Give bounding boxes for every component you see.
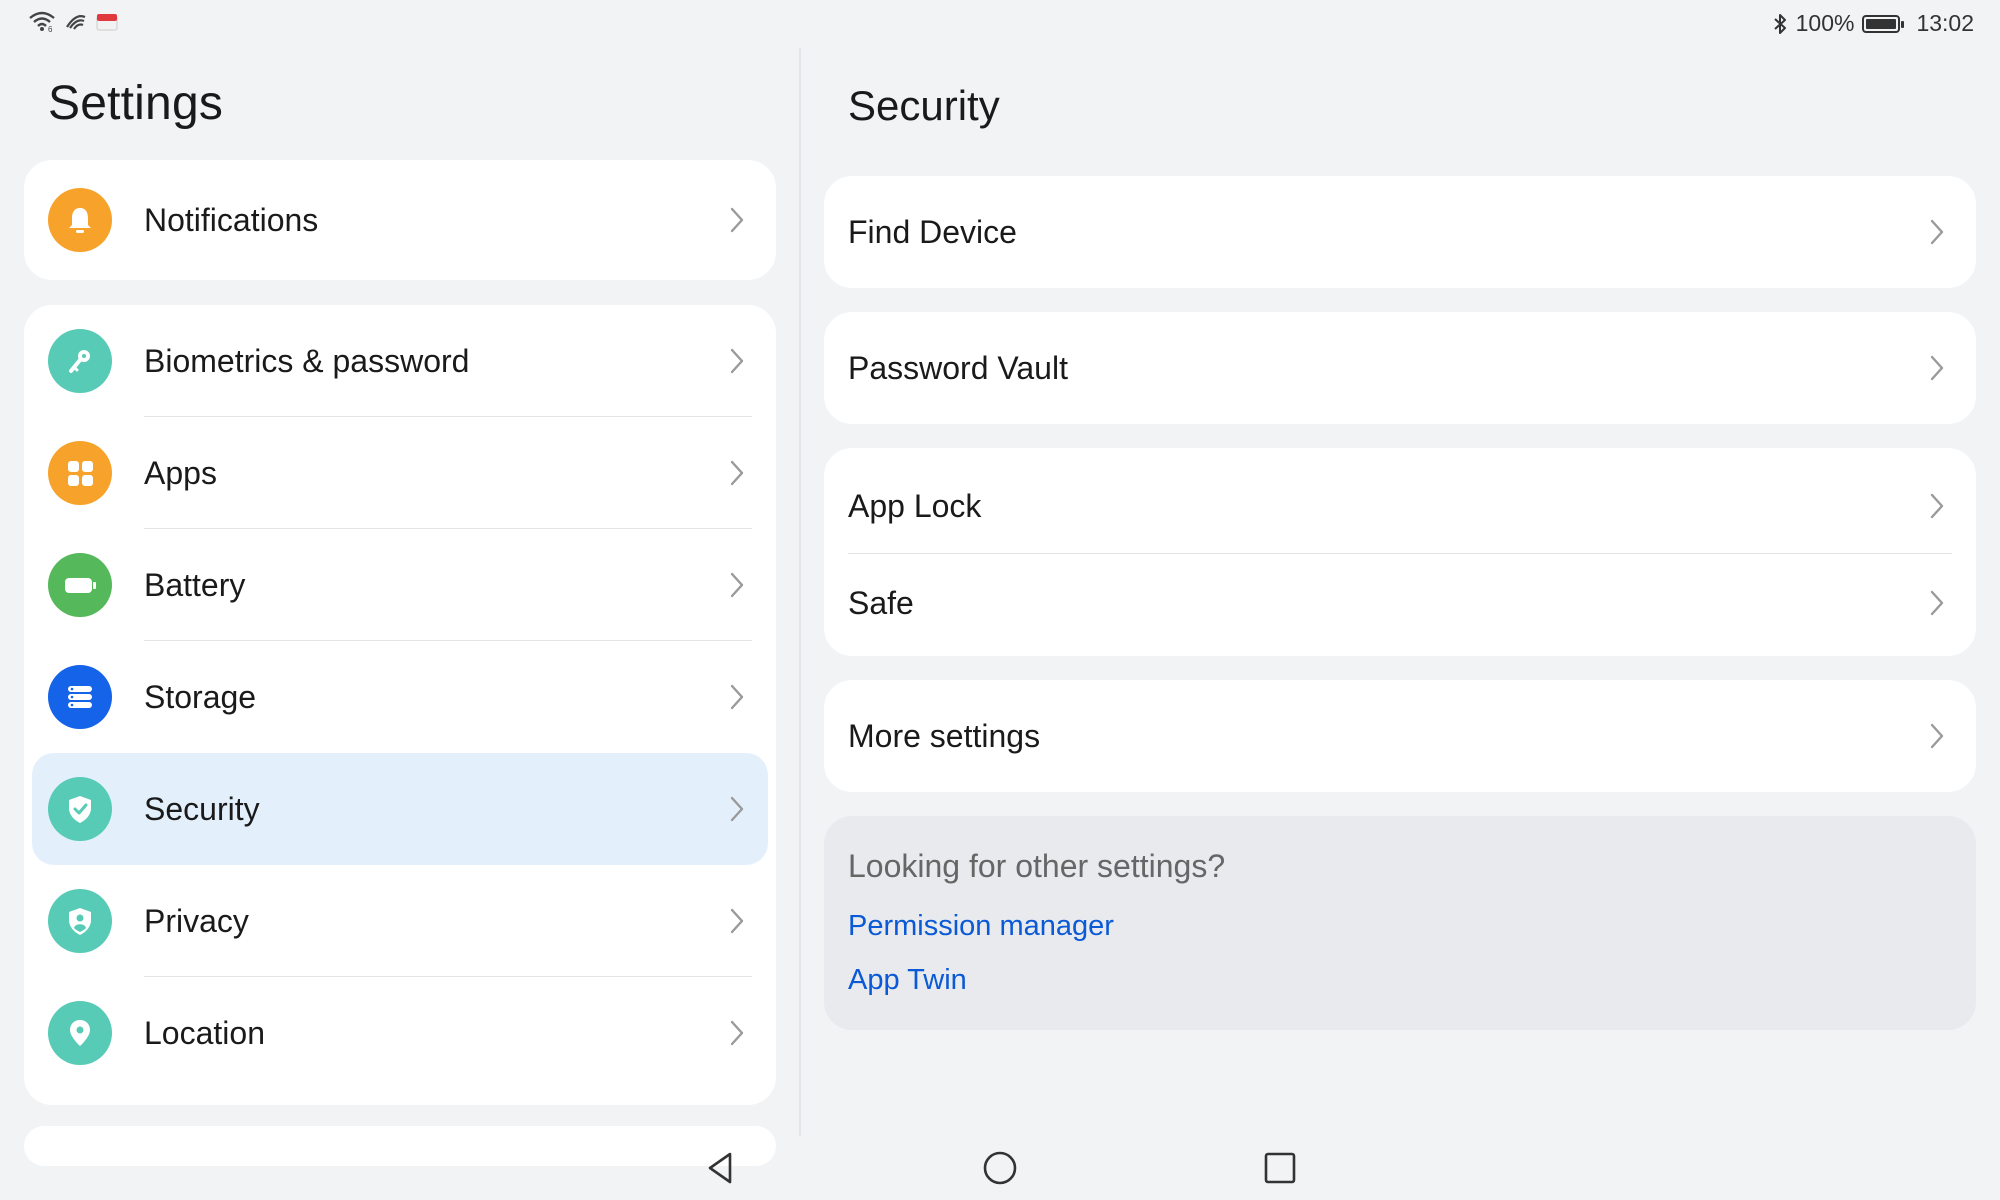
security-item-more-settings[interactable]: More settings [824, 680, 1976, 792]
settings-item-label: Storage [144, 679, 257, 715]
security-item-label: Password Vault [848, 350, 1068, 386]
svg-text:6: 6 [48, 25, 53, 32]
security-item-password-vault[interactable]: Password Vault [824, 312, 1976, 424]
notification-app-icon [96, 14, 118, 31]
settings-main-card: Biometrics & password Apps Battery Stora… [24, 305, 776, 1105]
settings-item-label: Security [144, 791, 260, 827]
settings-item-biometrics[interactable]: Biometrics & password [24, 305, 776, 417]
settings-item-label: Apps [144, 455, 217, 491]
security-item-label: More settings [848, 718, 1041, 754]
settings-item-label: Privacy [144, 903, 249, 939]
navigation-bar [0, 1136, 2000, 1200]
security-item-app-lock[interactable]: App Lock [824, 448, 1976, 554]
chevron-right-icon [1930, 590, 1944, 616]
other-settings-suggestions: Looking for other settings? Permission m… [824, 816, 1976, 1030]
security-item-safe[interactable]: Safe [824, 554, 1976, 656]
apps-grid-icon [48, 441, 112, 505]
nav-home-button[interactable] [976, 1144, 1024, 1192]
suggestions-question: Looking for other settings? [848, 848, 1226, 884]
security-detail-pane: Security Find Device Password Vault App … [800, 48, 2000, 1136]
app-lock-safe-card: App Lock Safe [824, 448, 1976, 656]
settings-item-label: Notifications [144, 202, 319, 238]
chevron-right-icon [730, 460, 744, 486]
section-title: Security [848, 82, 1000, 129]
bell-icon [48, 188, 112, 252]
chevron-right-icon [1930, 219, 1944, 245]
security-item-find-device[interactable]: Find Device [824, 176, 1976, 288]
battery-status-icon [1862, 14, 1905, 33]
notifications-card: Notifications [24, 160, 776, 280]
permission-manager-link[interactable]: Permission manager [848, 910, 1114, 943]
security-item-label: Find Device [848, 214, 1017, 250]
page-title: Settings [48, 77, 224, 130]
status-left-icons: 6 [28, 10, 118, 32]
password-vault-card: Password Vault [824, 312, 1976, 424]
status-bar: 6 100% 13:02 [0, 0, 2000, 48]
storage-icon [48, 665, 112, 729]
settings-item-security[interactable]: Security [32, 753, 768, 865]
nfc-icon [66, 15, 86, 30]
security-item-label: Safe [848, 585, 914, 621]
clock: 13:02 [1916, 10, 1974, 36]
chevron-right-icon [730, 684, 744, 710]
settings-item-notifications[interactable]: Notifications [24, 164, 776, 276]
chevron-right-icon [730, 908, 744, 934]
chevron-right-icon [1930, 493, 1944, 519]
recents-square-icon [1264, 1152, 1296, 1184]
back-triangle-icon [708, 1152, 732, 1184]
key-icon [48, 329, 112, 393]
nav-back-button[interactable] [696, 1144, 744, 1192]
more-settings-card: More settings [824, 680, 1976, 792]
chevron-right-icon [730, 1020, 744, 1046]
chevron-right-icon [730, 207, 744, 233]
settings-item-privacy[interactable]: Privacy [24, 865, 776, 977]
status-right: 100% 13:02 [1772, 10, 1974, 37]
security-item-label: App Lock [848, 488, 982, 524]
settings-list-pane: Settings Notifications Biometrics & pass… [0, 48, 800, 1166]
settings-item-apps[interactable]: Apps [24, 417, 776, 529]
nav-recents-button[interactable] [1256, 1144, 1304, 1192]
battery-icon [48, 553, 112, 617]
settings-item-label: Battery [144, 567, 246, 603]
settings-item-label: Location [144, 1015, 265, 1051]
find-device-card: Find Device [824, 176, 1976, 288]
settings-item-battery[interactable]: Battery [24, 529, 776, 641]
app-twin-link[interactable]: App Twin [848, 964, 967, 997]
battery-level-fill [1866, 18, 1897, 29]
settings-item-label: Biometrics & password [144, 343, 470, 379]
chevron-right-icon [730, 348, 744, 374]
settings-item-location[interactable]: Location [24, 977, 776, 1089]
battery-percent: 100% [1795, 10, 1855, 36]
shield-check-icon [48, 777, 112, 841]
chevron-right-icon [1930, 723, 1944, 749]
chevron-right-icon [730, 572, 744, 598]
location-pin-icon [48, 1001, 112, 1065]
settings-item-storage[interactable]: Storage [24, 641, 776, 753]
privacy-shield-icon [48, 889, 112, 953]
chevron-right-icon [1930, 355, 1944, 381]
wifi-icon: 6 [29, 11, 55, 32]
bluetooth-icon [1773, 13, 1786, 34]
chevron-right-icon [730, 796, 744, 822]
home-circle-icon [983, 1151, 1017, 1185]
